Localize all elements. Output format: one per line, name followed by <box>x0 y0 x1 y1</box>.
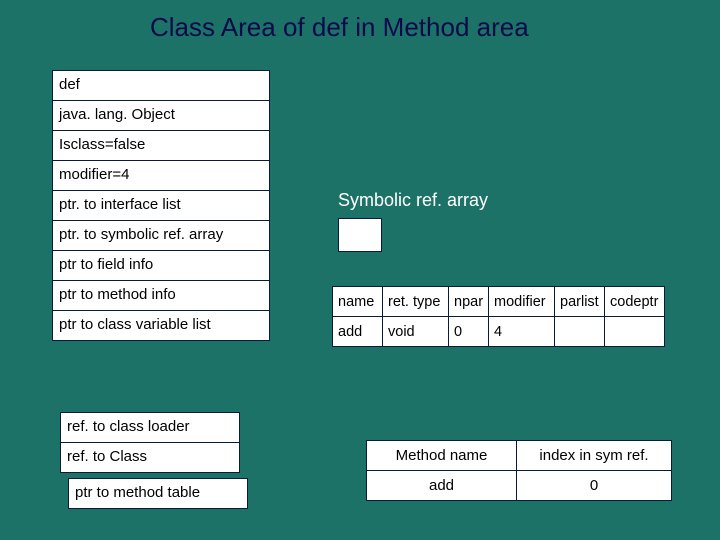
table-header-row: name ret. type npar modifier parlist cod… <box>333 287 665 317</box>
class-area-row: ptr to class variable list <box>52 310 270 341</box>
method-table-ptr: ptr to method table <box>68 478 248 509</box>
col-index: index in sym ref. <box>517 441 672 471</box>
cell-method-name: add <box>367 471 517 501</box>
class-area-row: java. lang. Object <box>52 100 270 131</box>
class-area-row: ptr to field info <box>52 250 270 281</box>
class-area-row: ptr. to interface list <box>52 190 270 221</box>
col-name: name <box>333 287 383 317</box>
table-header-row: Method name index in sym ref. <box>367 441 672 471</box>
cell-codeptr <box>605 317 665 347</box>
cell-name: add <box>333 317 383 347</box>
table-row: add 0 <box>367 471 672 501</box>
col-parlist: parlist <box>555 287 605 317</box>
method-info-table: name ret. type npar modifier parlist cod… <box>332 286 665 347</box>
class-area-row: def <box>52 70 270 101</box>
table-row: add void 0 4 <box>333 317 665 347</box>
ref-row: ref. to class loader <box>60 412 240 443</box>
class-area-row: modifier=4 <box>52 160 270 191</box>
class-area-row: ptr to method info <box>52 280 270 311</box>
col-method-name: Method name <box>367 441 517 471</box>
col-npar: npar <box>449 287 489 317</box>
class-area-row: ptr. to symbolic ref. array <box>52 220 270 251</box>
method-table-ptr-box: ptr to method table <box>68 478 248 509</box>
cell-parlist <box>555 317 605 347</box>
cell-modifier: 4 <box>489 317 555 347</box>
ref-row: ref. to Class <box>60 442 240 473</box>
col-modifier: modifier <box>489 287 555 317</box>
class-area-list: def java. lang. Object Isclass=false mod… <box>52 70 270 340</box>
slide-title: Class Area of def in Method area <box>150 12 529 43</box>
symbolic-ref-label: Symbolic ref. array <box>338 190 488 211</box>
refs-list: ref. to class loader ref. to Class <box>60 412 240 472</box>
symbolic-ref-box <box>338 218 382 252</box>
cell-index: 0 <box>517 471 672 501</box>
method-index-table: Method name index in sym ref. add 0 <box>366 440 672 501</box>
cell-ret-type: void <box>383 317 449 347</box>
col-codeptr: codeptr <box>605 287 665 317</box>
col-ret-type: ret. type <box>383 287 449 317</box>
cell-npar: 0 <box>449 317 489 347</box>
class-area-row: Isclass=false <box>52 130 270 161</box>
